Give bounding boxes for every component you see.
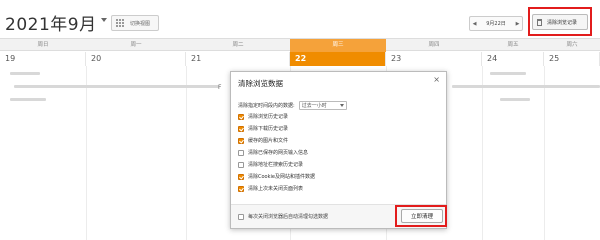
blurred-event	[490, 72, 526, 75]
weekday-wed: 周三	[290, 39, 386, 52]
weekday-tue: 周二	[232, 42, 244, 48]
option-unclosed-pages[interactable]: 清除上次未关闭页面列表	[238, 184, 303, 193]
date-nav-value[interactable]: 9月22日	[479, 20, 513, 27]
blurred-event	[14, 85, 219, 88]
month-title-text: 2021年9月	[5, 15, 97, 35]
auto-clear-label: 每次关闭浏览器后自动清理勾选数据	[248, 214, 329, 220]
blurred-event	[10, 72, 40, 75]
blurred-event	[10, 98, 46, 101]
month-title[interactable]: 2021年9月	[5, 10, 107, 35]
column-divider	[186, 66, 187, 240]
option-label: 清除已保存的网页输入信息	[248, 150, 309, 156]
day-cell[interactable]: 20	[86, 52, 186, 66]
checkbox-unchecked-icon[interactable]	[238, 161, 244, 168]
day-cell[interactable]: 25	[544, 52, 600, 66]
highlight-box-clear-now	[395, 205, 447, 227]
time-range-row: 清除指定时间段内的数据: 过去一小时	[238, 101, 347, 110]
day-cell[interactable]: 23	[386, 52, 482, 66]
day-cell[interactable]: 19	[0, 52, 86, 66]
day-cell[interactable]: 24	[482, 52, 544, 66]
option-browsing-history[interactable]: 清除浏览历史记录	[238, 112, 288, 121]
option-label: 清除Cookie及网站和插件数据	[248, 174, 315, 180]
option-label: 清除地址栏搜索历史记录	[248, 162, 304, 168]
weekday-fri: 周五	[507, 42, 519, 48]
dialog-title: 清除浏览数据	[238, 79, 283, 88]
option-download-history[interactable]: 清除下载历史记录	[238, 124, 288, 133]
weekday-header: 周日 周一 周二 周三 周四 周五 周六	[0, 38, 600, 52]
checkbox-checked-icon[interactable]	[238, 173, 244, 180]
checkbox-checked-icon[interactable]	[238, 125, 244, 132]
chevron-down-icon	[339, 104, 344, 107]
time-range-value: 过去一小时	[301, 103, 327, 109]
close-icon[interactable]: ×	[433, 75, 440, 84]
day-cell-today[interactable]: 22	[290, 52, 386, 66]
weekday-sat: 周六	[566, 42, 578, 48]
option-address-bar-history[interactable]: 清除地址栏搜索历史记录	[238, 160, 303, 169]
option-label: 清除浏览历史记录	[248, 114, 289, 120]
option-label: 清除上次未关闭页面列表	[248, 186, 304, 192]
blurred-event	[500, 98, 530, 101]
option-cookies[interactable]: 清除Cookie及网站和插件数据	[238, 172, 315, 181]
weekday-thu: 周四	[428, 42, 440, 48]
checkbox-unchecked-icon[interactable]	[238, 213, 244, 220]
checkbox-unchecked-icon[interactable]	[238, 149, 244, 156]
checkbox-checked-icon[interactable]	[238, 185, 244, 192]
toggle-view-button[interactable]: 切换视图	[111, 15, 159, 31]
date-navigator: ◀ 9月22日 ▶	[469, 16, 523, 31]
highlight-box-clear-history	[528, 7, 592, 36]
time-range-label: 清除指定时间段内的数据:	[238, 103, 295, 109]
weekday-mon: 周一	[130, 42, 142, 48]
option-label: 清除下载历史记录	[248, 126, 289, 132]
day-cell[interactable]: 21	[186, 52, 290, 66]
checkbox-checked-icon[interactable]	[238, 113, 244, 120]
week-row: 19 20 21 22 23 24 25	[0, 52, 600, 66]
next-day-icon[interactable]: ▶	[513, 17, 522, 30]
column-divider	[482, 66, 483, 240]
option-label: 缓存的图片和文件	[248, 138, 289, 144]
prev-day-icon[interactable]: ◀	[470, 17, 479, 30]
column-divider	[544, 66, 545, 240]
event-fragment: F	[218, 84, 222, 91]
checkbox-checked-icon[interactable]	[238, 137, 244, 144]
blurred-event	[452, 85, 600, 88]
option-cached-files[interactable]: 缓存的图片和文件	[238, 136, 288, 145]
column-divider	[86, 66, 87, 240]
option-form-data[interactable]: 清除已保存的网页输入信息	[238, 148, 308, 157]
grid-icon	[116, 19, 124, 27]
toggle-view-label: 切换视图	[130, 20, 151, 27]
time-range-select[interactable]: 过去一小时	[298, 101, 347, 110]
chevron-down-icon[interactable]	[100, 18, 107, 22]
auto-clear-option[interactable]: 每次关闭浏览器后自动清理勾选数据	[238, 213, 328, 220]
weekday-sun: 周日	[37, 42, 49, 48]
